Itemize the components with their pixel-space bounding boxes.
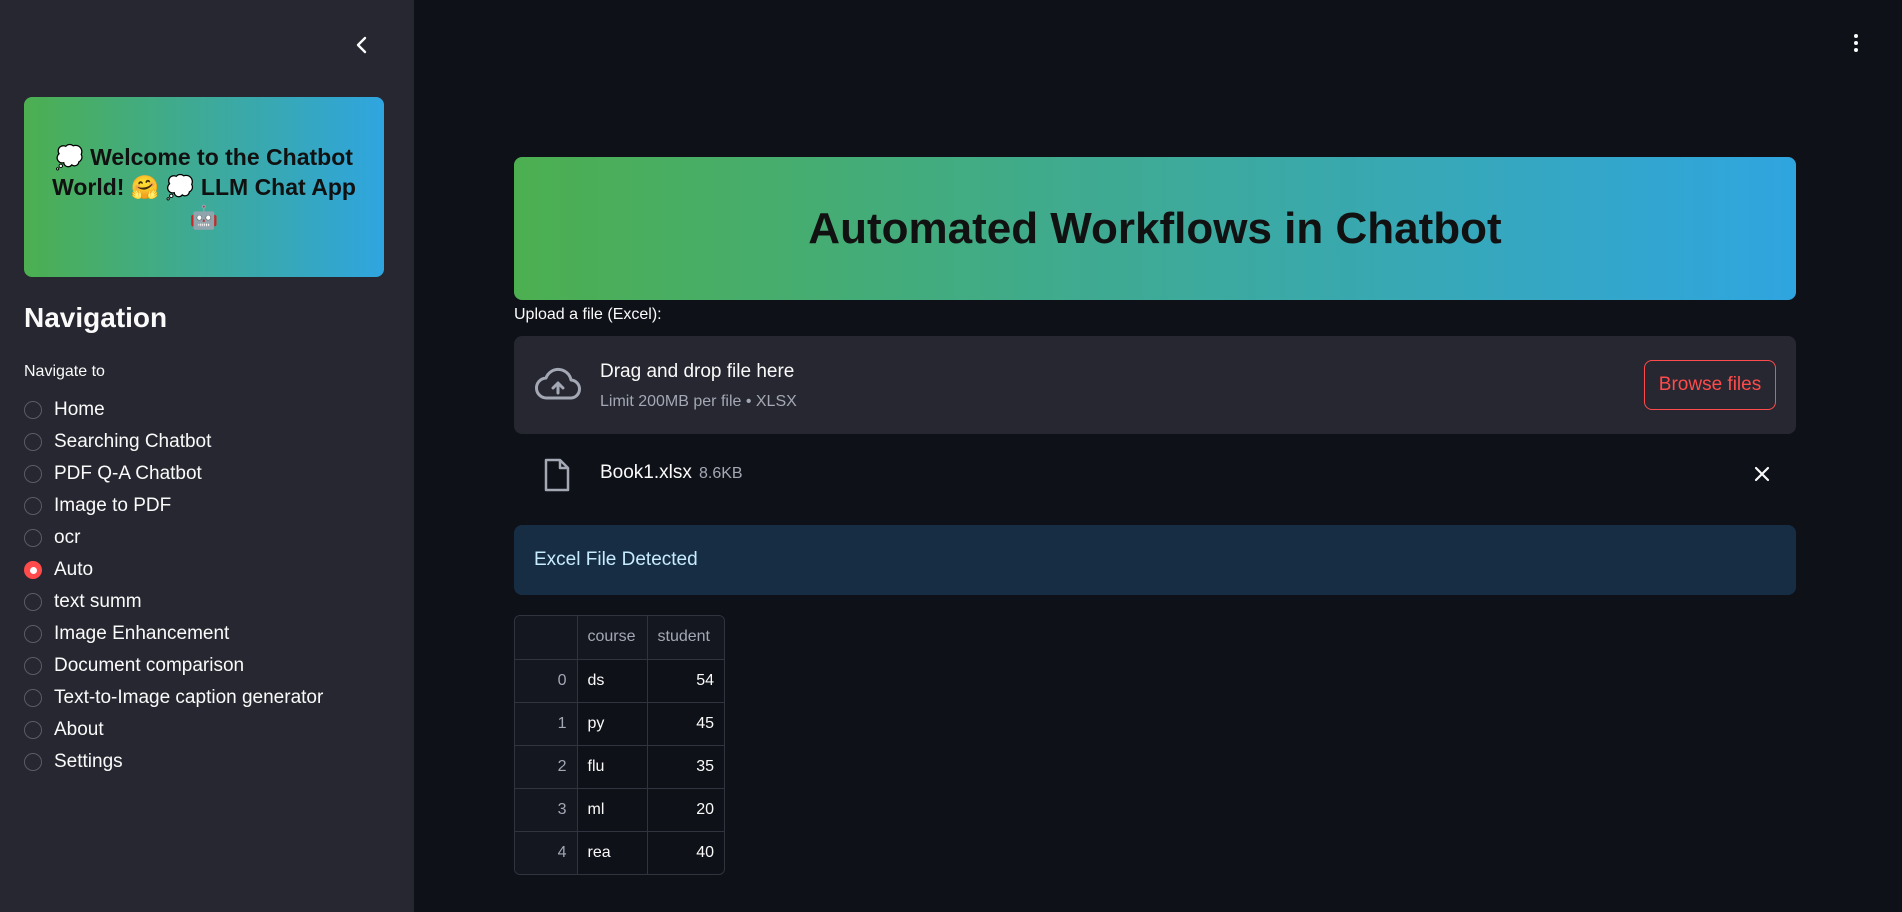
nav-radio-image-to-pdf[interactable]: Image to PDF [24, 490, 323, 522]
radio-unselected-icon[interactable] [24, 721, 42, 739]
table-cell[interactable]: 20 [647, 788, 724, 832]
dropzone-title: Drag and drop file here [600, 361, 795, 382]
table-row: 2 flu 35 [515, 745, 724, 789]
row-index: 2 [515, 745, 578, 789]
radio-unselected-icon[interactable] [24, 657, 42, 675]
dataframe[interactable]: course student 0 ds 54 1 py 45 2 flu 35 … [514, 615, 725, 875]
dropzone-limit-text: Limit 200MB per file • XLSX [600, 393, 797, 410]
table-cell[interactable]: 54 [647, 659, 724, 703]
table-cell[interactable]: rea [577, 831, 648, 874]
nav-radio-home[interactable]: Home [24, 394, 323, 426]
radio-unselected-icon[interactable] [24, 689, 42, 707]
navigate-to-label: Navigate to [24, 363, 105, 380]
upload-label: Upload a file (Excel): [514, 306, 662, 323]
menu-dot-icon [1854, 34, 1858, 38]
nav-radio-searching-chatbot[interactable]: Searching Chatbot [24, 426, 323, 458]
radio-unselected-icon[interactable] [24, 433, 42, 451]
table-cell[interactable]: 40 [647, 831, 724, 874]
nav-radio-about[interactable]: About [24, 714, 323, 746]
row-index: 3 [515, 788, 578, 832]
row-index: 1 [515, 702, 578, 746]
nav-radio-document-comparison[interactable]: Document comparison [24, 650, 323, 682]
nav-radio-pdf-q-a-chatbot[interactable]: PDF Q-A Chatbot [24, 458, 323, 490]
page-banner: Automated Workflows in Chatbot [514, 157, 1796, 300]
radio-unselected-icon[interactable] [24, 753, 42, 771]
nav-radio-label: Document comparison [54, 655, 245, 676]
nav-radio-label: PDF Q-A Chatbot [54, 463, 202, 484]
file-name: Book1.xlsx [600, 462, 692, 483]
remove-file-button[interactable] [1748, 460, 1776, 488]
radio-unselected-icon[interactable] [24, 497, 42, 515]
radio-selected-icon[interactable] [24, 561, 42, 579]
radio-unselected-icon[interactable] [24, 529, 42, 547]
table-row: 4 rea 40 [515, 831, 724, 874]
table-cell[interactable]: py [577, 702, 648, 746]
table-cell[interactable]: 45 [647, 702, 724, 746]
table-cell[interactable]: 35 [647, 745, 724, 789]
row-index: 0 [515, 659, 578, 703]
page-title: Automated Workflows in Chatbot [808, 203, 1502, 253]
nav-radio-label: Image to PDF [54, 495, 172, 516]
radio-unselected-icon[interactable] [24, 401, 42, 419]
radio-unselected-icon[interactable] [24, 593, 42, 611]
nav-radio-label: Auto [54, 559, 94, 580]
nav-radio-label: ocr [54, 527, 81, 548]
menu-dot-icon [1854, 48, 1858, 52]
table-cell[interactable]: ds [577, 659, 648, 703]
nav-radio-label: Settings [54, 751, 123, 772]
main-menu-button[interactable] [1846, 30, 1866, 56]
nav-radio-label: Searching Chatbot [54, 431, 212, 452]
cloud-upload-icon [535, 367, 581, 400]
sidebar: 💭 Welcome to the Chatbot World! 🤗 💭 LLM … [0, 0, 414, 912]
table-row: 3 ml 20 [515, 788, 724, 832]
collapse-sidebar-button[interactable] [349, 32, 375, 58]
nav-radio-text-summ[interactable]: text summ [24, 586, 323, 618]
nav-radio-label: About [54, 719, 104, 740]
nav-radio-label: Image Enhancement [54, 623, 230, 644]
file-icon [544, 458, 570, 492]
navigation-radio-group: Home Searching Chatbot PDF Q-A Chatbot Imag… [24, 394, 323, 778]
column-header-student[interactable]: student [647, 616, 724, 660]
info-alert: Excel File Detected [514, 525, 1796, 595]
nav-radio-label: Home [54, 399, 105, 420]
welcome-text: 💭 Welcome to the Chatbot World! 🤗 💭 LLM … [52, 144, 356, 230]
menu-dot-icon [1854, 41, 1858, 45]
table-row: 1 py 45 [515, 702, 724, 746]
table-row: 0 ds 54 [515, 659, 724, 703]
table-header-row: course student [515, 616, 724, 660]
chevron-left-icon [356, 36, 367, 54]
nav-radio-label: text summ [54, 591, 142, 612]
alert-text: Excel File Detected [534, 549, 698, 570]
file-dropzone[interactable]: Drag and drop file here Limit 200MB per … [514, 336, 1796, 434]
dataframe-table: course student 0 ds 54 1 py 45 2 flu 35 … [515, 616, 724, 874]
nav-radio-ocr[interactable]: ocr [24, 522, 323, 554]
row-index: 4 [515, 831, 578, 874]
radio-unselected-icon[interactable] [24, 465, 42, 483]
file-size: 8.6KB [699, 465, 743, 482]
welcome-card: 💭 Welcome to the Chatbot World! 🤗 💭 LLM … [24, 97, 384, 277]
navigation-heading: Navigation [24, 302, 168, 333]
browse-files-button[interactable]: Browse files [1644, 360, 1776, 410]
index-header[interactable] [515, 616, 578, 660]
nav-radio-image-enhancement[interactable]: Image Enhancement [24, 618, 323, 650]
nav-radio-auto[interactable]: Auto [24, 554, 323, 586]
nav-radio-text-to-image-caption-generator[interactable]: Text-to-Image caption generator [24, 682, 323, 714]
table-cell[interactable]: ml [577, 788, 648, 832]
nav-radio-label: Text-to-Image caption generator [54, 687, 324, 708]
radio-unselected-icon[interactable] [24, 625, 42, 643]
nav-radio-settings[interactable]: Settings [24, 746, 323, 778]
table-cell[interactable]: flu [577, 745, 648, 789]
uploaded-file-row: Book1.xlsx 8.6KB [514, 452, 1796, 496]
column-header-course[interactable]: course [577, 616, 648, 660]
close-icon [1754, 466, 1770, 482]
